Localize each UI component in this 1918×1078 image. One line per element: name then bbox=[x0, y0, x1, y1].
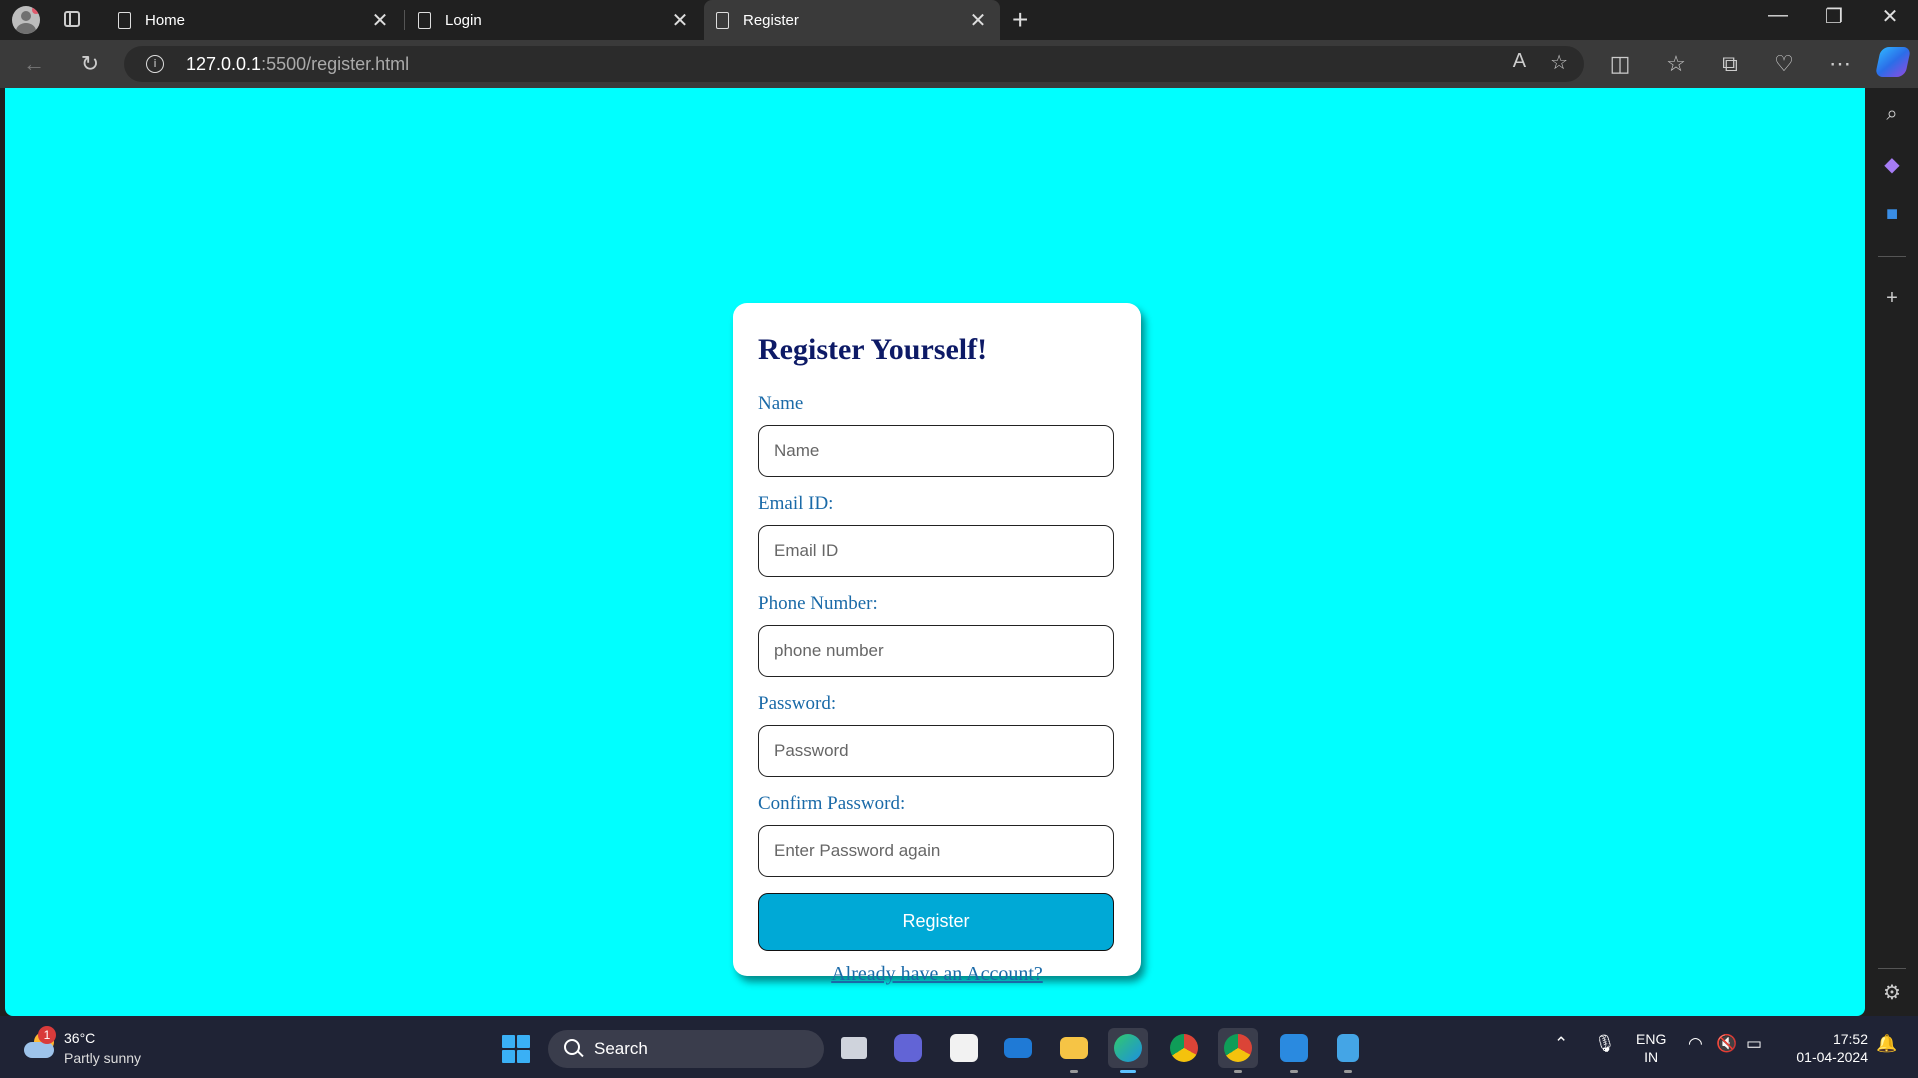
browser-essentials-icon[interactable]: ♡ bbox=[1768, 48, 1800, 80]
collections-icon[interactable]: ⧉ bbox=[1714, 48, 1746, 80]
copilot-sidebar-icon[interactable]: ◆ bbox=[1878, 150, 1906, 178]
tab-register[interactable]: Register ✕ bbox=[704, 0, 1000, 40]
volume-muted-icon[interactable]: 🔇 bbox=[1716, 1034, 1737, 1054]
weather-icon[interactable]: 1 bbox=[24, 1026, 58, 1060]
tab-title: Login bbox=[445, 11, 482, 29]
show-hidden-icons-chevron-icon[interactable]: ⌃ bbox=[1554, 1034, 1568, 1054]
settings-gear-icon[interactable]: ⚙ bbox=[1878, 978, 1906, 1006]
close-tab-icon[interactable]: ✕ bbox=[370, 8, 390, 33]
weather-desc[interactable]: Partly sunny bbox=[64, 1050, 141, 1066]
password-label: Password: bbox=[758, 693, 837, 714]
restore-button[interactable]: ❐ bbox=[1814, 4, 1854, 29]
tab-title: Home bbox=[145, 11, 186, 29]
teams-icon[interactable] bbox=[888, 1028, 928, 1068]
browser-toolbar: ← ↻ i 127.0.0.1:5500/register.html A ☆ ◫… bbox=[0, 40, 1918, 88]
notification-bell-icon[interactable]: 🔔 bbox=[1876, 1034, 1897, 1054]
chrome-icon[interactable] bbox=[1164, 1028, 1204, 1068]
clock[interactable]: 17:52 01-04-2024 bbox=[1788, 1030, 1868, 1066]
site-info-icon[interactable]: i bbox=[146, 55, 164, 73]
file-explorer-icon[interactable] bbox=[1054, 1028, 1094, 1073]
page-viewport: Register Yourself! Name Name Email ID: E… bbox=[5, 88, 1865, 1016]
confirm-password-input[interactable]: Enter Password again bbox=[758, 825, 1114, 877]
sidebar-divider bbox=[1878, 968, 1906, 969]
start-button[interactable] bbox=[502, 1035, 530, 1063]
favorites-icon[interactable]: ☆ bbox=[1660, 48, 1692, 80]
email-label: Email ID: bbox=[758, 493, 834, 514]
tab-title: Register bbox=[743, 11, 799, 29]
name-input[interactable]: Name bbox=[758, 425, 1114, 477]
taskbar-search[interactable]: Search bbox=[548, 1030, 824, 1068]
page-icon bbox=[418, 11, 431, 29]
microphone-icon[interactable]: 🎙 bbox=[1594, 1034, 1616, 1054]
mail-icon[interactable] bbox=[998, 1028, 1038, 1068]
battery-icon[interactable]: ▭ bbox=[1746, 1034, 1762, 1054]
profile-badge bbox=[32, 6, 40, 14]
phone-input[interactable]: phone number bbox=[758, 625, 1114, 677]
vscode-icon[interactable] bbox=[1274, 1028, 1314, 1073]
profile-avatar[interactable] bbox=[12, 6, 40, 34]
notification-badge: 1 bbox=[38, 1026, 56, 1044]
task-view-icon[interactable] bbox=[834, 1028, 874, 1068]
tab-separator bbox=[404, 10, 405, 30]
add-sidebar-app-icon[interactable]: + bbox=[1878, 284, 1906, 312]
register-card: Register Yourself! Name Name Email ID: E… bbox=[733, 303, 1141, 985]
search-icon bbox=[564, 1039, 580, 1055]
store-icon[interactable] bbox=[944, 1028, 984, 1068]
register-button[interactable]: Register bbox=[758, 893, 1114, 951]
sidebar-divider bbox=[1878, 256, 1906, 257]
search-label: Search bbox=[594, 1039, 648, 1058]
chrome-icon-2[interactable] bbox=[1218, 1028, 1258, 1073]
notepad-icon[interactable] bbox=[1328, 1028, 1368, 1073]
tab-actions-icon[interactable] bbox=[64, 11, 80, 27]
refresh-icon[interactable]: ↻ bbox=[74, 48, 106, 80]
search-icon[interactable]: ⌕ bbox=[1878, 100, 1906, 128]
password-input[interactable]: Password bbox=[758, 725, 1114, 777]
close-tab-icon[interactable]: ✕ bbox=[670, 8, 690, 33]
edge-icon[interactable] bbox=[1108, 1028, 1148, 1073]
favorite-star-icon[interactable]: ☆ bbox=[1550, 50, 1568, 75]
email-input[interactable]: Email ID bbox=[758, 525, 1114, 577]
name-label: Name bbox=[758, 393, 804, 414]
url-text[interactable]: 127.0.0.1:5500/register.html bbox=[186, 54, 409, 75]
new-tab-button[interactable]: + bbox=[1012, 4, 1028, 36]
close-tab-icon[interactable]: ✕ bbox=[968, 8, 988, 33]
page-icon bbox=[716, 11, 729, 29]
page-icon bbox=[118, 11, 131, 29]
outlook-icon[interactable]: ■ bbox=[1878, 200, 1906, 228]
minimize-button[interactable]: — bbox=[1758, 4, 1798, 27]
back-arrow-icon[interactable]: ← bbox=[18, 48, 50, 80]
weather-temp[interactable]: 36°C bbox=[64, 1030, 95, 1046]
edge-sidebar: ⌕ ◆ ■ + ⚙ bbox=[1866, 88, 1918, 1016]
tab-login[interactable]: Login ✕ bbox=[406, 0, 702, 40]
language-indicator[interactable]: ENG IN bbox=[1636, 1030, 1666, 1066]
wifi-icon[interactable]: ◠ bbox=[1688, 1034, 1703, 1054]
confirm-password-label: Confirm Password: bbox=[758, 793, 906, 814]
split-screen-icon[interactable]: ◫ bbox=[1604, 48, 1636, 80]
tab-strip: Home ✕ Login ✕ Register ✕ + — ❐ ✕ bbox=[0, 0, 1918, 40]
close-window-button[interactable]: ✕ bbox=[1870, 4, 1910, 29]
page-title: Register Yourself! bbox=[758, 333, 988, 366]
login-link[interactable]: Already have an Account? bbox=[758, 963, 1116, 986]
address-bar[interactable]: i 127.0.0.1:5500/register.html A ☆ bbox=[124, 46, 1584, 82]
tab-home[interactable]: Home ✕ bbox=[106, 0, 402, 40]
taskbar: 1 36°C Partly sunny Search ⌃ 🎙 ENG IN ◠ 🔇… bbox=[0, 1016, 1918, 1078]
read-aloud-icon[interactable]: A bbox=[1513, 50, 1526, 75]
more-menu-icon[interactable]: ⋯ bbox=[1824, 48, 1856, 80]
phone-label: Phone Number: bbox=[758, 593, 878, 614]
